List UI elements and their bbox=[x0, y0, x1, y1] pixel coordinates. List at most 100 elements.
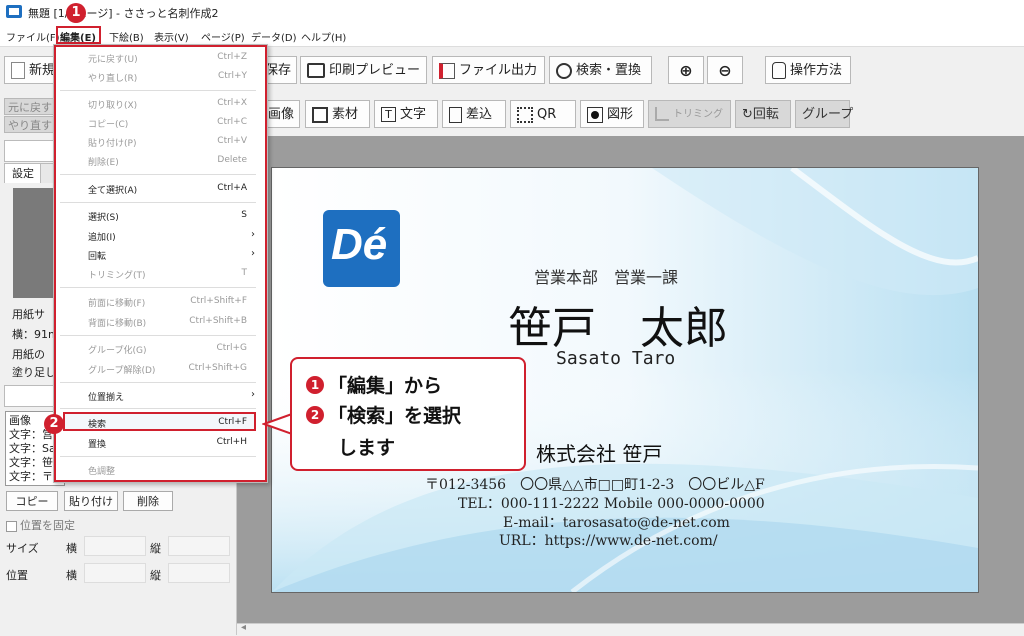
size-height-input[interactable] bbox=[168, 536, 230, 556]
menu-separator bbox=[60, 335, 256, 336]
delete-button[interactable]: 削除 bbox=[123, 491, 173, 511]
menu-separator bbox=[60, 408, 256, 409]
size-horizontal-label: 横 bbox=[66, 542, 77, 555]
callout-line-2: 「検索」を選択 bbox=[328, 405, 462, 427]
menu-view[interactable]: 表示(V) bbox=[154, 29, 189, 44]
fix-position-checkbox[interactable]: 位置を固定 bbox=[6, 517, 75, 533]
menu-shortcut: Ctrl+G bbox=[216, 343, 247, 353]
tab-other[interactable] bbox=[40, 163, 54, 183]
submenu-arrow-icon: › bbox=[251, 229, 255, 240]
new-button[interactable]: 新規 bbox=[4, 56, 55, 84]
menu-file[interactable]: ファイル(F) bbox=[6, 29, 60, 44]
instruction-callout: 1 「編集」から 2 「検索」を選択 します bbox=[290, 357, 526, 471]
card-department: 営業本部 営業一課 bbox=[534, 268, 679, 287]
menu-shortcut: Ctrl+C bbox=[217, 117, 247, 127]
paper-label: 用紙の bbox=[12, 348, 45, 361]
trimming-button[interactable]: トリミング bbox=[648, 100, 731, 128]
qr-code-icon bbox=[517, 106, 533, 123]
menu-data[interactable]: データ(D) bbox=[251, 29, 297, 44]
menu-shortcut: T bbox=[241, 268, 248, 278]
menu-item-ungroup[interactable]: グループ解除(D) bbox=[88, 363, 155, 376]
menu-shortcut: S bbox=[241, 210, 247, 220]
zoom-out-button[interactable]: ⊖ bbox=[707, 56, 743, 84]
menu-item-bring-front[interactable]: 前面に移動(F) bbox=[88, 296, 145, 309]
menu-shortcut: Ctrl+Y bbox=[217, 71, 247, 81]
menu-item-rotate[interactable]: 回転 bbox=[88, 249, 106, 262]
operation-help-button[interactable]: 操作方法 bbox=[765, 56, 851, 84]
menu-shortcut: Ctrl+V bbox=[217, 136, 247, 146]
text-t-icon: T bbox=[381, 107, 396, 122]
menu-help[interactable]: ヘルプ(H) bbox=[301, 29, 346, 44]
menu-item-cut[interactable]: 切り取り(X) bbox=[88, 98, 137, 111]
search-replace-button[interactable]: 検索・置換 bbox=[549, 56, 652, 84]
shape-button[interactable]: 図形 bbox=[580, 100, 644, 128]
position-x-input[interactable] bbox=[84, 563, 146, 583]
material-icon bbox=[312, 106, 328, 123]
size-width-input[interactable] bbox=[84, 536, 146, 556]
size-vertical-label: 縦 bbox=[150, 542, 161, 555]
redo-button[interactable]: やり直す bbox=[4, 116, 54, 133]
callout-line-3: します bbox=[338, 437, 396, 459]
menu-shortcut: Ctrl+Shift+F bbox=[190, 296, 247, 306]
step-marker-1: 1 bbox=[66, 3, 86, 23]
qr-button[interactable]: QR bbox=[510, 100, 576, 128]
menu-item-trimming[interactable]: トリミング(T) bbox=[88, 268, 146, 281]
position-label: 位置 bbox=[6, 569, 28, 582]
material-button[interactable]: 素材 bbox=[305, 100, 370, 128]
card-email: E-mail：tarosasato@de-net.com bbox=[503, 515, 730, 531]
menu-item-replace[interactable]: 置換 bbox=[88, 437, 106, 450]
menu-separator bbox=[60, 202, 256, 203]
zoom-out-icon: ⊖ bbox=[718, 61, 732, 80]
image-button[interactable]: 画像 bbox=[264, 100, 300, 128]
insert-button[interactable]: 差込 bbox=[442, 100, 506, 128]
preview-thumbnail bbox=[13, 188, 53, 298]
card-name-roman: Sasato Taro bbox=[556, 348, 676, 369]
menu-item-search[interactable]: 検索 bbox=[88, 417, 106, 430]
menu-item-delete[interactable]: 削除(E) bbox=[88, 155, 119, 168]
menu-item-add[interactable]: 追加(I) bbox=[88, 230, 116, 243]
menu-item-send-back[interactable]: 背面に移動(B) bbox=[88, 316, 146, 329]
menu-item-group[interactable]: グループ化(G) bbox=[88, 343, 146, 356]
shape-icon bbox=[587, 106, 603, 123]
menu-item-redo[interactable]: やり直し(R) bbox=[88, 71, 137, 84]
position-y-input[interactable] bbox=[168, 563, 230, 583]
menu-item-align[interactable]: 位置揃え bbox=[88, 390, 124, 403]
file-output-button[interactable]: ファイル出力 bbox=[432, 56, 545, 84]
print-preview-button[interactable]: 印刷プレビュー bbox=[300, 56, 427, 84]
menu-shortcut: Ctrl+X bbox=[217, 98, 247, 108]
tab-settings[interactable]: 設定 bbox=[4, 163, 42, 183]
group-button[interactable]: グループ bbox=[795, 100, 853, 128]
hand-pointer-icon bbox=[772, 62, 786, 79]
menu-item-undo[interactable]: 元に戻す(U) bbox=[88, 52, 138, 65]
undo-button[interactable]: 元に戻す bbox=[4, 98, 54, 115]
card-tel: TEL：000-111-2222 Mobile 000-0000-0000 bbox=[458, 496, 765, 512]
menu-drawing[interactable]: 下絵(B) bbox=[109, 29, 144, 44]
paste-button[interactable]: 貼り付け bbox=[64, 491, 118, 511]
menu-item-color-adjust[interactable]: 色調整 bbox=[88, 464, 115, 477]
menu-item-copy[interactable]: コピー(C) bbox=[88, 117, 128, 130]
menu-shortcut: Ctrl+H bbox=[216, 437, 247, 447]
submenu-arrow-icon: › bbox=[251, 389, 255, 400]
menu-shortcut: Ctrl+F bbox=[218, 417, 247, 427]
menu-page[interactable]: ページ(P) bbox=[201, 29, 245, 44]
position-horizontal-label: 横 bbox=[66, 569, 77, 582]
copy-button[interactable]: コピー bbox=[6, 491, 58, 511]
card-address: 〒012-3456 〇〇県△△市□□町1-2-3 〇〇ビル△F bbox=[425, 477, 765, 493]
insert-list-icon bbox=[449, 106, 462, 123]
menu-item-select-all[interactable]: 全て選択(A) bbox=[88, 183, 137, 196]
horizontal-scrollbar[interactable]: ◂ bbox=[237, 622, 1024, 636]
rotate-button[interactable]: ↻回転 bbox=[735, 100, 791, 128]
text-button[interactable]: T 文字 bbox=[374, 100, 438, 128]
menu-item-select[interactable]: 選択(S) bbox=[88, 210, 119, 223]
menu-shortcut: Delete bbox=[217, 155, 247, 165]
callout-marker-1: 1 bbox=[306, 376, 324, 394]
menu-item-paste[interactable]: 貼り付け(P) bbox=[88, 136, 136, 149]
menu-shortcut: Ctrl+Shift+G bbox=[188, 363, 247, 373]
paper-size-label: 用紙サ bbox=[12, 308, 45, 321]
zoom-in-button[interactable]: ⊕ bbox=[668, 56, 704, 84]
callout-marker-2: 2 bbox=[306, 406, 324, 424]
scroll-left-icon[interactable]: ◂ bbox=[241, 622, 246, 633]
menu-separator bbox=[60, 174, 256, 175]
card-name: 笹戸 太郎 bbox=[508, 303, 728, 354]
zoom-in-icon: ⊕ bbox=[679, 61, 693, 80]
